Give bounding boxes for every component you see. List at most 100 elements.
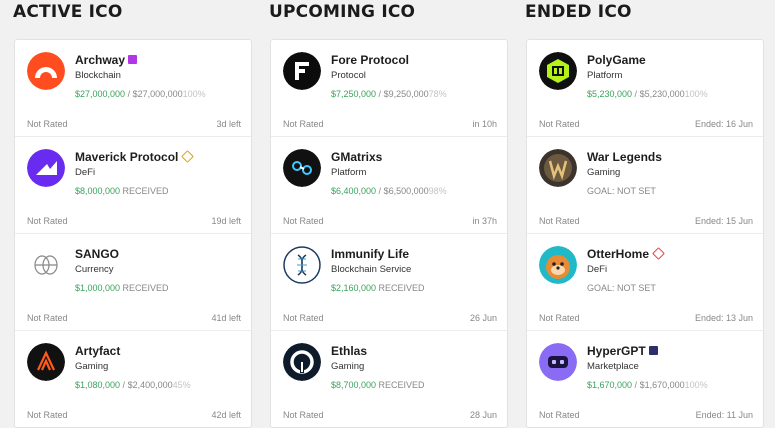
- ico-list: Fore Protocol Protocol $7,250,000 / $9,250…: [270, 39, 508, 428]
- separator: /: [376, 186, 384, 196]
- project-name-text[interactable]: SANGO: [75, 247, 119, 261]
- project-name[interactable]: SANGO: [75, 247, 119, 261]
- column-1: UPCOMING ICO Fore Protocol Protocol $7,250,…: [269, 0, 508, 428]
- project-name-text[interactable]: Immunify Life: [331, 247, 409, 261]
- project-category: DeFi: [75, 167, 96, 178]
- rating-label: Not Rated: [283, 216, 324, 226]
- raised-amount: $1,670,000: [587, 380, 633, 390]
- verified-badge-icon: [652, 247, 665, 260]
- ico-row[interactable]: OtterHome DeFi GOAL: NOT SET Not Rated Ended…: [527, 234, 763, 331]
- project-name[interactable]: Fore Protocol: [331, 53, 409, 67]
- project-category: Gaming: [75, 361, 109, 372]
- separator: /: [632, 380, 640, 390]
- ico-row[interactable]: War Legends Gaming GOAL: NOT SET Not Rated E…: [527, 137, 763, 234]
- percent-funded: 98%: [428, 186, 447, 196]
- ico-row[interactable]: Archway Blockchain $27,000,000 / $27,000,0…: [15, 40, 251, 137]
- project-name-text[interactable]: Artyfact: [75, 344, 120, 358]
- project-name-text[interactable]: Maverick Protocol: [75, 150, 178, 164]
- project-category: Gaming: [331, 361, 365, 372]
- maverick-logo: [27, 149, 65, 187]
- project-name[interactable]: GMatrixs: [331, 150, 382, 164]
- time-remaining: 41d left: [211, 313, 241, 323]
- hypergpt-logo: [539, 343, 577, 381]
- raised-amount: $8,700,000: [331, 380, 377, 390]
- time-remaining: 3d left: [216, 119, 241, 129]
- project-name[interactable]: War Legends: [587, 150, 662, 164]
- rating-label: Not Rated: [283, 410, 324, 420]
- fore-logo: [283, 52, 321, 90]
- project-name[interactable]: Immunify Life: [331, 247, 409, 261]
- column-2: ENDED ICO PolyGame Platform $5,230,000 / $5…: [525, 0, 764, 428]
- separator: /: [632, 89, 640, 99]
- otterhome-logo: [539, 246, 577, 284]
- goal-amount: $2,400,000: [127, 380, 173, 390]
- project-name-text[interactable]: War Legends: [587, 150, 662, 164]
- project-category: DeFi: [587, 264, 608, 275]
- project-name[interactable]: Archway: [75, 53, 138, 67]
- project-name[interactable]: HyperGPT: [587, 344, 658, 358]
- ico-row[interactable]: PolyGame Platform $5,230,000 / $5,230,0001…: [527, 40, 763, 137]
- project-name-text[interactable]: Archway: [75, 53, 125, 67]
- rating-label: Not Rated: [539, 119, 580, 129]
- project-name[interactable]: PolyGame: [587, 53, 646, 67]
- immunify-logo: [283, 246, 321, 284]
- project-category: Gaming: [587, 167, 621, 178]
- warlegends-logo: [539, 149, 577, 187]
- funding-info: $1,670,000 / $1,670,000100%: [587, 380, 708, 390]
- project-category: Marketplace: [587, 361, 639, 372]
- project-category: Currency: [75, 264, 114, 275]
- ico-row[interactable]: Fore Protocol Protocol $7,250,000 / $9,250…: [271, 40, 507, 137]
- funding-status: RECEIVED: [376, 283, 425, 293]
- separator: /: [120, 380, 128, 390]
- ico-row[interactable]: Immunify Life Blockchain Service $2,160,00…: [271, 234, 507, 331]
- project-name[interactable]: Ethlas: [331, 344, 367, 358]
- funding-status: RECEIVED: [120, 283, 169, 293]
- funding-info: $2,160,000 RECEIVED: [331, 283, 425, 293]
- ico-row[interactable]: GMatrixs Platform $6,400,000 / $6,500,0009…: [271, 137, 507, 234]
- column-title: UPCOMING ICO: [269, 2, 416, 22]
- ethlas-logo: [283, 343, 321, 381]
- raised-amount: $5,230,000: [587, 89, 633, 99]
- percent-funded: 45%: [172, 380, 191, 390]
- polygame-logo: [539, 52, 577, 90]
- raised-amount: $2,160,000: [331, 283, 377, 293]
- column-0: ACTIVE ICO Archway Blockchain $27,000,000 /…: [13, 0, 252, 428]
- project-name[interactable]: Maverick Protocol: [75, 150, 195, 164]
- funding-info: $1,080,000 / $2,400,00045%: [75, 380, 191, 390]
- verified-badge-icon: [648, 346, 658, 355]
- project-name-text[interactable]: HyperGPT: [587, 344, 646, 358]
- time-remaining: in 37h: [472, 216, 497, 226]
- percent-funded: 100%: [684, 380, 708, 390]
- rating-label: Not Rated: [539, 410, 580, 420]
- sango-logo: [27, 246, 65, 284]
- project-name-text[interactable]: GMatrixs: [331, 150, 382, 164]
- raised-amount: $1,000,000: [75, 283, 121, 293]
- rating-label: Not Rated: [283, 313, 324, 323]
- funding-info: $7,250,000 / $9,250,00078%: [331, 89, 447, 99]
- separator: /: [376, 89, 384, 99]
- funding-info: $6,400,000 / $6,500,00098%: [331, 186, 447, 196]
- raised-amount: $1,080,000: [75, 380, 121, 390]
- raised-amount: $6,400,000: [331, 186, 377, 196]
- goal-amount: $6,500,000: [383, 186, 429, 196]
- rating-label: Not Rated: [27, 119, 68, 129]
- rating-label: Not Rated: [539, 216, 580, 226]
- project-name-text[interactable]: Fore Protocol: [331, 53, 409, 67]
- project-category: Protocol: [331, 70, 366, 81]
- raised-amount: $8,000,000: [75, 186, 121, 196]
- ico-list: PolyGame Platform $5,230,000 / $5,230,0001…: [526, 39, 764, 428]
- project-name-text[interactable]: OtterHome: [587, 247, 649, 261]
- funding-info: $5,230,000 / $5,230,000100%: [587, 89, 708, 99]
- project-name-text[interactable]: PolyGame: [587, 53, 646, 67]
- archway-logo: [27, 52, 65, 90]
- percent-funded: 78%: [428, 89, 447, 99]
- goal-amount: $9,250,000: [383, 89, 429, 99]
- time-remaining: in 10h: [472, 119, 497, 129]
- ico-row[interactable]: SANGO Currency $1,000,000 RECEIVED Not Rate…: [15, 234, 251, 331]
- rating-label: Not Rated: [539, 313, 580, 323]
- project-name-text[interactable]: Ethlas: [331, 344, 367, 358]
- project-name[interactable]: Artyfact: [75, 344, 120, 358]
- percent-funded: 100%: [684, 89, 708, 99]
- project-name[interactable]: OtterHome: [587, 247, 665, 261]
- ico-row[interactable]: Maverick Protocol DeFi $8,000,000 RECEIVED…: [15, 137, 251, 234]
